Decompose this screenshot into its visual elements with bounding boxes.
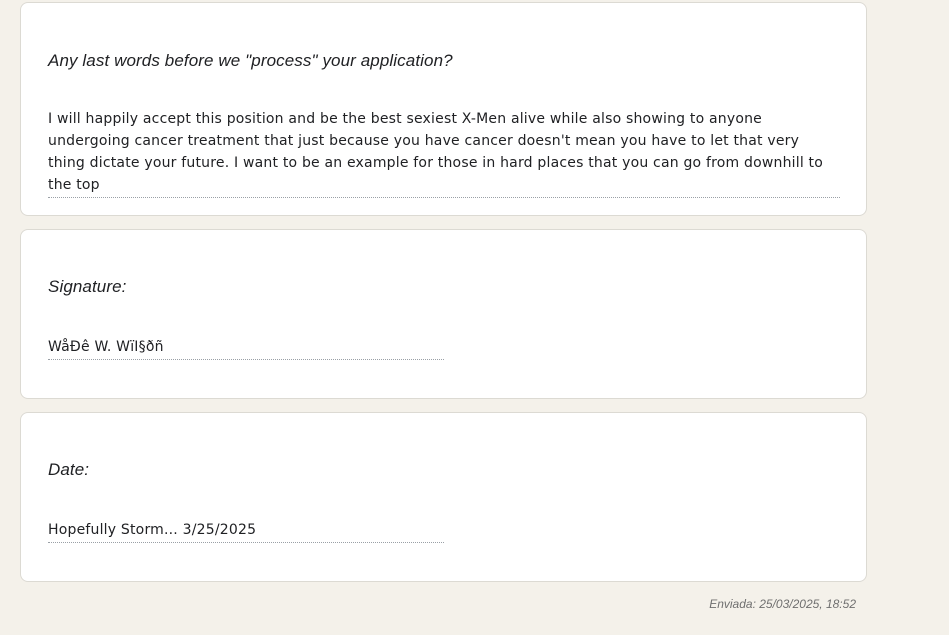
answer-text: Hopefully Storm... 3/25/2025 (48, 519, 444, 543)
question-card-signature: Signature: WåÐê W. WïI§ðñ (20, 229, 867, 399)
answer-text: I will happily accept this position and … (48, 108, 840, 198)
question-title: Signature: (48, 277, 127, 296)
question-title: Date: (48, 460, 90, 479)
submission-timestamp: Enviada: 25/03/2025, 18:52 (709, 597, 856, 611)
answer-text: WåÐê W. WïI§ðñ (48, 336, 444, 360)
question-card-date: Date: Hopefully Storm... 3/25/2025 (20, 412, 867, 582)
question-card-last-words: Any last words before we "process" your … (20, 2, 867, 216)
question-title: Any last words before we "process" your … (48, 51, 453, 70)
